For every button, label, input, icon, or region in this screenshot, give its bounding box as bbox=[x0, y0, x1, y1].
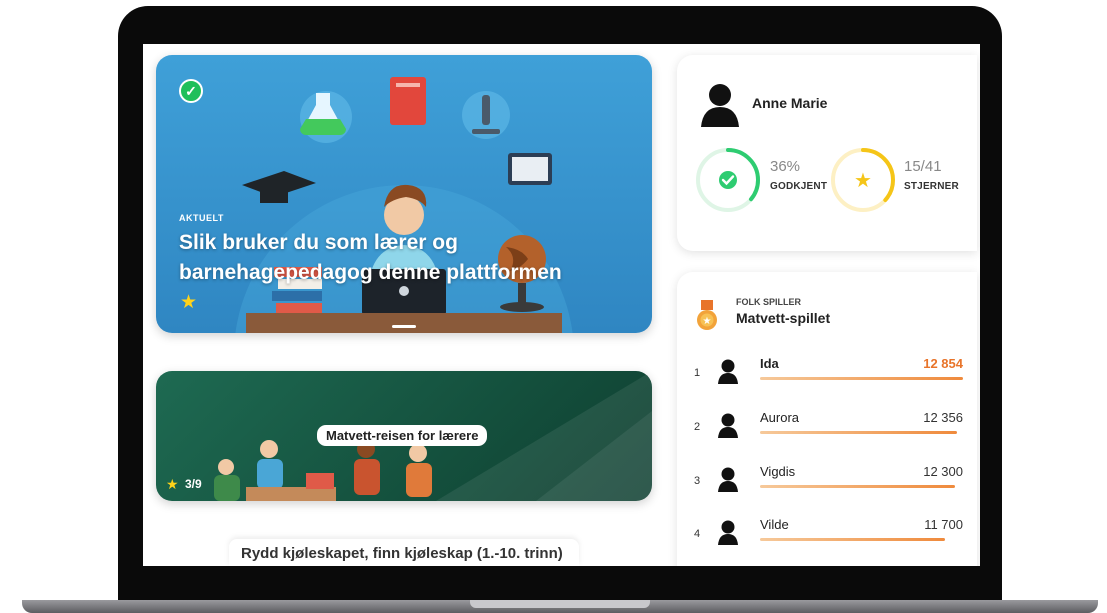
next-activity-card[interactable]: Rydd kjøleskapet, finn kjøleskap (1.-10.… bbox=[229, 539, 579, 566]
player-score: 12 300 bbox=[923, 464, 963, 479]
player-score-bar bbox=[760, 485, 955, 488]
leaderboard-kicker: FOLK SPILLER bbox=[736, 297, 801, 307]
player-score-bar bbox=[760, 538, 945, 541]
featured-article-card[interactable]: ✓ AKTUELT Slik bruker du som lærer og ba… bbox=[156, 55, 652, 333]
profile-card: Anne Marie 36% GODKJENT ★ 15/41 STJERNER bbox=[677, 55, 977, 251]
player-avatar-icon bbox=[718, 467, 738, 492]
player-name: Ida bbox=[760, 356, 779, 371]
leaderboard-row: 1 Ida 12 854 bbox=[677, 350, 977, 390]
player-name: Vilde bbox=[760, 517, 789, 532]
user-name: Anne Marie bbox=[752, 95, 828, 111]
article-title[interactable]: Slik bruker du som lærer og barnehageped… bbox=[179, 228, 609, 288]
leaderboard-row: 3 Vigdis 12 300 bbox=[677, 458, 977, 498]
user-avatar-icon bbox=[701, 84, 739, 127]
svg-text:★: ★ bbox=[703, 316, 712, 327]
star-icon: ★ bbox=[180, 292, 198, 313]
player-avatar-icon bbox=[718, 359, 738, 384]
app-screen: ✓ AKTUELT Slik bruker du som lærer og ba… bbox=[143, 44, 980, 566]
player-score-bar bbox=[760, 431, 957, 434]
approved-label: GODKJENT bbox=[770, 181, 828, 192]
course-card[interactable]: Matvett-reisen for lærere ★ 3/9 bbox=[156, 371, 652, 501]
player-score: 12 356 bbox=[923, 410, 963, 425]
player-avatar-icon bbox=[718, 413, 738, 438]
course-title[interactable]: Matvett-reisen for lærere bbox=[317, 425, 488, 446]
player-rank: 4 bbox=[694, 528, 701, 540]
medal-icon: ★ bbox=[697, 300, 717, 330]
player-score-bar bbox=[760, 377, 963, 380]
leaderboard-row: 2 Aurora 12 356 bbox=[677, 404, 977, 444]
approved-percent: 36% bbox=[770, 158, 801, 175]
player-score: 11 700 bbox=[924, 517, 963, 532]
player-avatar-icon bbox=[718, 520, 738, 545]
leaderboard-game-title: Matvett-spillet bbox=[736, 310, 831, 326]
next-activity-title: Rydd kjøleskapet, finn kjøleskap (1.-10.… bbox=[241, 545, 563, 562]
player-rank: 3 bbox=[694, 475, 701, 487]
player-name: Vigdis bbox=[760, 464, 796, 479]
course-progress: 3/9 bbox=[185, 477, 202, 491]
leaderboard-card: ★ FOLK SPILLER Matvett-spillet 1 Ida 12 85… bbox=[677, 272, 977, 566]
stars-label: STJERNER bbox=[904, 181, 959, 192]
stars-count: 15/41 bbox=[904, 158, 942, 175]
article-category: AKTUELT bbox=[179, 213, 224, 223]
player-score: 12 854 bbox=[923, 356, 963, 371]
svg-text:★: ★ bbox=[854, 168, 872, 192]
laptop-notch bbox=[470, 600, 650, 608]
approved-progress-ring bbox=[696, 148, 760, 212]
player-rank: 1 bbox=[694, 367, 701, 379]
leaderboard-row: 4 Vilde 11 700 bbox=[677, 511, 977, 551]
carousel-indicator[interactable] bbox=[392, 325, 416, 328]
player-rank: 2 bbox=[694, 421, 701, 433]
player-name: Aurora bbox=[760, 410, 800, 425]
check-circle-icon: ✓ bbox=[179, 79, 203, 103]
stars-progress-ring: ★ bbox=[831, 148, 895, 212]
star-icon: ★ bbox=[166, 476, 179, 492]
teacher-illustration bbox=[235, 77, 573, 333]
